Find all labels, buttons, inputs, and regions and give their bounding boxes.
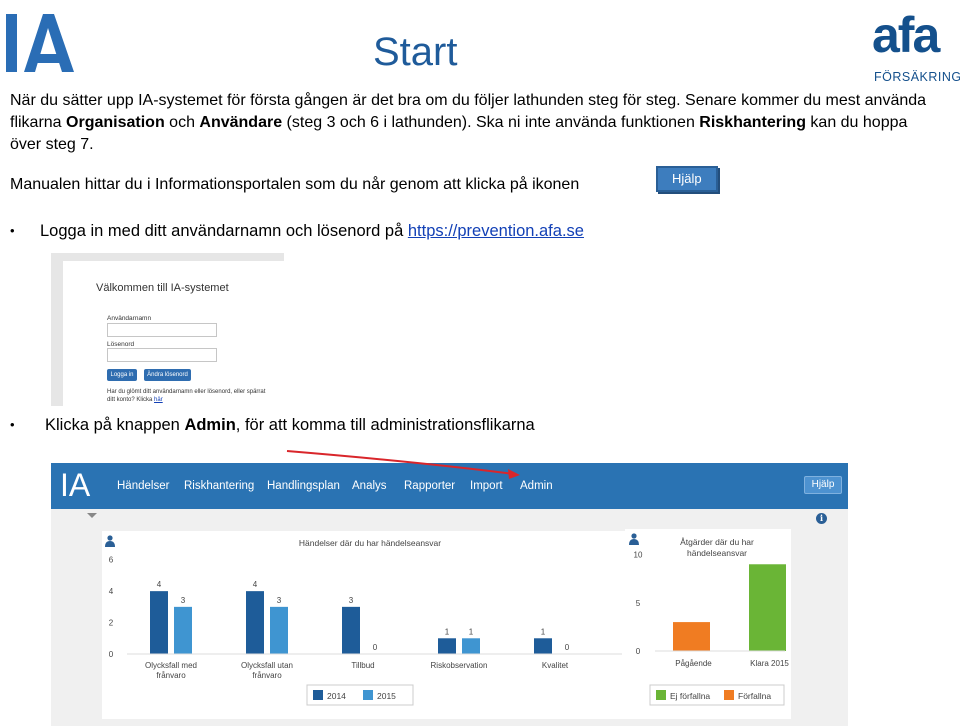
afa-logo: afa FÖRSÄKRING [872, 4, 960, 86]
forgot-note: Har du glömt ditt användarnamn eller lös… [107, 389, 266, 403]
nav-item-admin[interactable]: Admin [520, 480, 553, 492]
chart-title: händelseansvar [687, 548, 747, 558]
y-tick-label: 0 [109, 650, 114, 659]
y-tick-label: 4 [109, 587, 114, 596]
data-label: 0 [373, 643, 378, 652]
change-password-button[interactable]: Ändra lösenord [144, 369, 191, 381]
actions-bar-chart: Åtgärder där du harhändelseansvar 0 5 10 Påg… [634, 537, 789, 706]
app-screenshot: IA Händelser Riskhantering Handlingsplan… [51, 463, 848, 726]
info-icon[interactable]: i [816, 513, 827, 524]
app-navbar: IA Händelser Riskhantering Handlingsplan… [51, 463, 848, 509]
data-label: 1 [445, 627, 450, 636]
x-tick-label: Riskobservation [431, 661, 488, 670]
y-tick-label: 2 [109, 619, 114, 628]
bar-pagaende [673, 622, 710, 651]
y-tick-label: 5 [636, 599, 641, 608]
nav-item-riskhantering[interactable]: Riskhantering [184, 480, 254, 492]
data-label: 0 [565, 643, 570, 652]
actions-chart-panel: Åtgärder där du har händelseansvar 0 5 10 Påg… [625, 529, 791, 719]
ia-logo [6, 14, 74, 72]
x-tick-label: frånvaro [252, 671, 282, 680]
help-icon-reference: Hjälp [656, 166, 718, 192]
legend-label: 2014 [327, 691, 346, 701]
bar-2015 [462, 638, 480, 654]
nav-item-handlingsplan[interactable]: Handlingsplan [267, 480, 340, 492]
nav-item-handelser[interactable]: Händelser [117, 480, 169, 492]
y-tick-label: 0 [636, 647, 641, 656]
x-tick-label: Olycksfall med [145, 661, 197, 670]
data-label: 4 [157, 580, 162, 589]
x-tick-label: Klara 2015 [750, 659, 789, 668]
password-field[interactable] [107, 348, 217, 362]
login-screenshot: Välkommen till IA-systemet Användarnamn … [51, 253, 284, 406]
app-logo: IA [60, 467, 91, 503]
login-title: Välkommen till IA-systemet [96, 282, 229, 294]
data-label: 1 [469, 627, 474, 636]
nav-item-import[interactable]: Import [470, 480, 503, 492]
data-label: 4 [253, 580, 258, 589]
afa-logo-subtitle: FÖRSÄKRING [874, 70, 960, 84]
collapse-caret-icon[interactable] [87, 513, 97, 518]
chart-title: Händelser där du har händelseansvar [299, 538, 441, 548]
legend-swatch [363, 690, 373, 700]
legend-label: Ej förfallna [670, 691, 710, 701]
y-tick-label: 6 [109, 556, 114, 565]
legend-swatch [724, 690, 734, 700]
chart-title: Åtgärder där du har [680, 537, 754, 547]
legend-label: 2015 [377, 691, 396, 701]
help-button[interactable]: Hjälp [804, 476, 842, 494]
y-tick-label: 10 [634, 551, 643, 560]
bar-2014 [534, 638, 552, 654]
manual-paragraph: Manualen hittar du i Informationsportale… [10, 176, 580, 193]
events-bar-chart: Händelser där du har händelseansvar 0 2 4 6 4… [109, 538, 622, 706]
legend-swatch [313, 690, 323, 700]
login-button[interactable]: Logga in [107, 369, 137, 381]
bar-2014 [150, 591, 168, 654]
nav-item-analys[interactable]: Analys [352, 480, 387, 492]
x-tick-label: Olycksfall utan [241, 661, 293, 670]
legend-swatch [656, 690, 666, 700]
legend-label: Förfallna [738, 691, 771, 701]
username-field[interactable] [107, 323, 217, 337]
bar-2014 [342, 606, 360, 654]
bar-2015 [174, 606, 192, 654]
bullet-dot: • [10, 223, 15, 238]
intro-paragraph: När du sätter upp IA-systemet för första… [10, 92, 927, 153]
afa-logo-word: afa [872, 7, 940, 63]
bar-2015 [270, 606, 288, 654]
data-label: 3 [277, 596, 282, 605]
data-label: 3 [349, 596, 354, 605]
data-label: 1 [541, 627, 546, 636]
data-label: 3 [181, 596, 186, 605]
prevention-link[interactable]: https://prevention.afa.se [408, 222, 584, 240]
x-tick-label: frånvaro [156, 671, 186, 680]
nav-item-rapporter[interactable]: Rapporter [404, 480, 455, 492]
bar-klara-2015 [749, 564, 786, 651]
events-chart-panel: Händelser där du har händelseansvar 0 2 4 6 4… [102, 531, 638, 719]
username-label: Användarnamn [107, 315, 152, 322]
bar-2014 [438, 638, 456, 654]
x-tick-label: Tillbud [351, 661, 374, 670]
bullet-dot: • [10, 417, 15, 432]
x-tick-label: Pågående [675, 659, 712, 668]
x-tick-label: Kvalitet [542, 661, 569, 670]
forgot-link[interactable]: här [154, 397, 163, 403]
page-title: Start [373, 30, 458, 74]
password-label: Lösenord [107, 341, 135, 348]
bar-2014 [246, 591, 264, 654]
